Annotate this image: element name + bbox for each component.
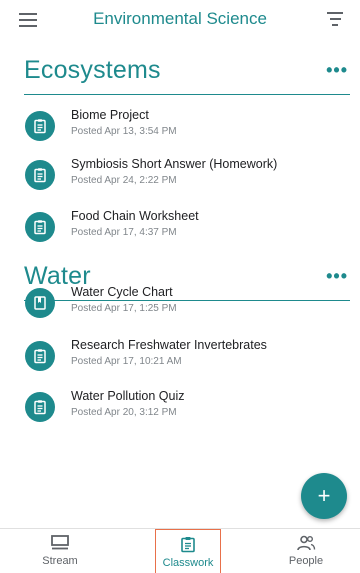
assignment-icon [25, 392, 55, 422]
item-title: Biome Project [71, 108, 149, 122]
section-header-ecosystems: Ecosystems ••• [0, 56, 360, 106]
assignment-icon [25, 111, 55, 141]
plus-icon: + [317, 483, 331, 508]
item-posted-date: Posted Apr 24, 2:22 PM [71, 175, 177, 186]
nav-classwork[interactable]: Classwork [155, 529, 221, 573]
list-item[interactable]: Food Chain Worksheet Posted Apr 17, 4:37… [0, 209, 360, 259]
add-fab-button[interactable]: + [301, 473, 347, 519]
classwork-icon [181, 537, 195, 553]
item-posted-date: Posted Apr 17, 4:37 PM [71, 227, 177, 238]
list-item[interactable]: Research Freshwater Invertebrates Posted… [0, 338, 360, 388]
more-options-icon[interactable]: ••• [326, 60, 348, 81]
nav-label: Classwork [162, 557, 214, 569]
section-title: Ecosystems [24, 56, 161, 84]
material-icon [25, 288, 55, 318]
top-app-bar: Environmental Science [0, 0, 360, 40]
list-item[interactable]: Water Cycle Chart Posted Apr 17, 1:25 PM [0, 285, 360, 335]
filter-icon[interactable] [324, 12, 346, 30]
item-posted-date: Posted Apr 17, 10:21 AM [71, 356, 182, 367]
more-options-icon[interactable]: ••• [326, 266, 348, 287]
nav-stream[interactable]: Stream [30, 529, 90, 573]
item-posted-date: Posted Apr 13, 3:54 PM [71, 126, 177, 137]
item-title: Water Pollution Quiz [71, 389, 185, 403]
list-item[interactable]: Water Pollution Quiz Posted Apr 20, 3:12… [0, 389, 360, 439]
item-title: Research Freshwater Invertebrates [71, 338, 267, 352]
nav-people[interactable]: People [276, 529, 336, 573]
item-posted-date: Posted Apr 17, 1:25 PM [71, 303, 177, 314]
item-title: Water Cycle Chart [71, 285, 173, 299]
assignment-icon [25, 212, 55, 242]
nav-label: People [288, 555, 324, 567]
list-item[interactable]: Biome Project Posted Apr 13, 3:54 PM [0, 108, 360, 158]
assignment-icon [25, 160, 55, 190]
item-title: Symbiosis Short Answer (Homework) [71, 157, 278, 171]
item-posted-date: Posted Apr 20, 3:12 PM [71, 407, 177, 418]
section-divider [24, 94, 350, 95]
page-title: Environmental Science [93, 9, 267, 28]
stream-icon [51, 535, 69, 550]
nav-label: Stream [42, 555, 78, 567]
assignment-icon [25, 341, 55, 371]
list-item[interactable]: Symbiosis Short Answer (Homework) Posted… [0, 157, 360, 207]
bottom-navigation: Stream Classwork People [0, 528, 360, 573]
item-title: Food Chain Worksheet [71, 209, 199, 223]
people-icon [297, 535, 316, 551]
